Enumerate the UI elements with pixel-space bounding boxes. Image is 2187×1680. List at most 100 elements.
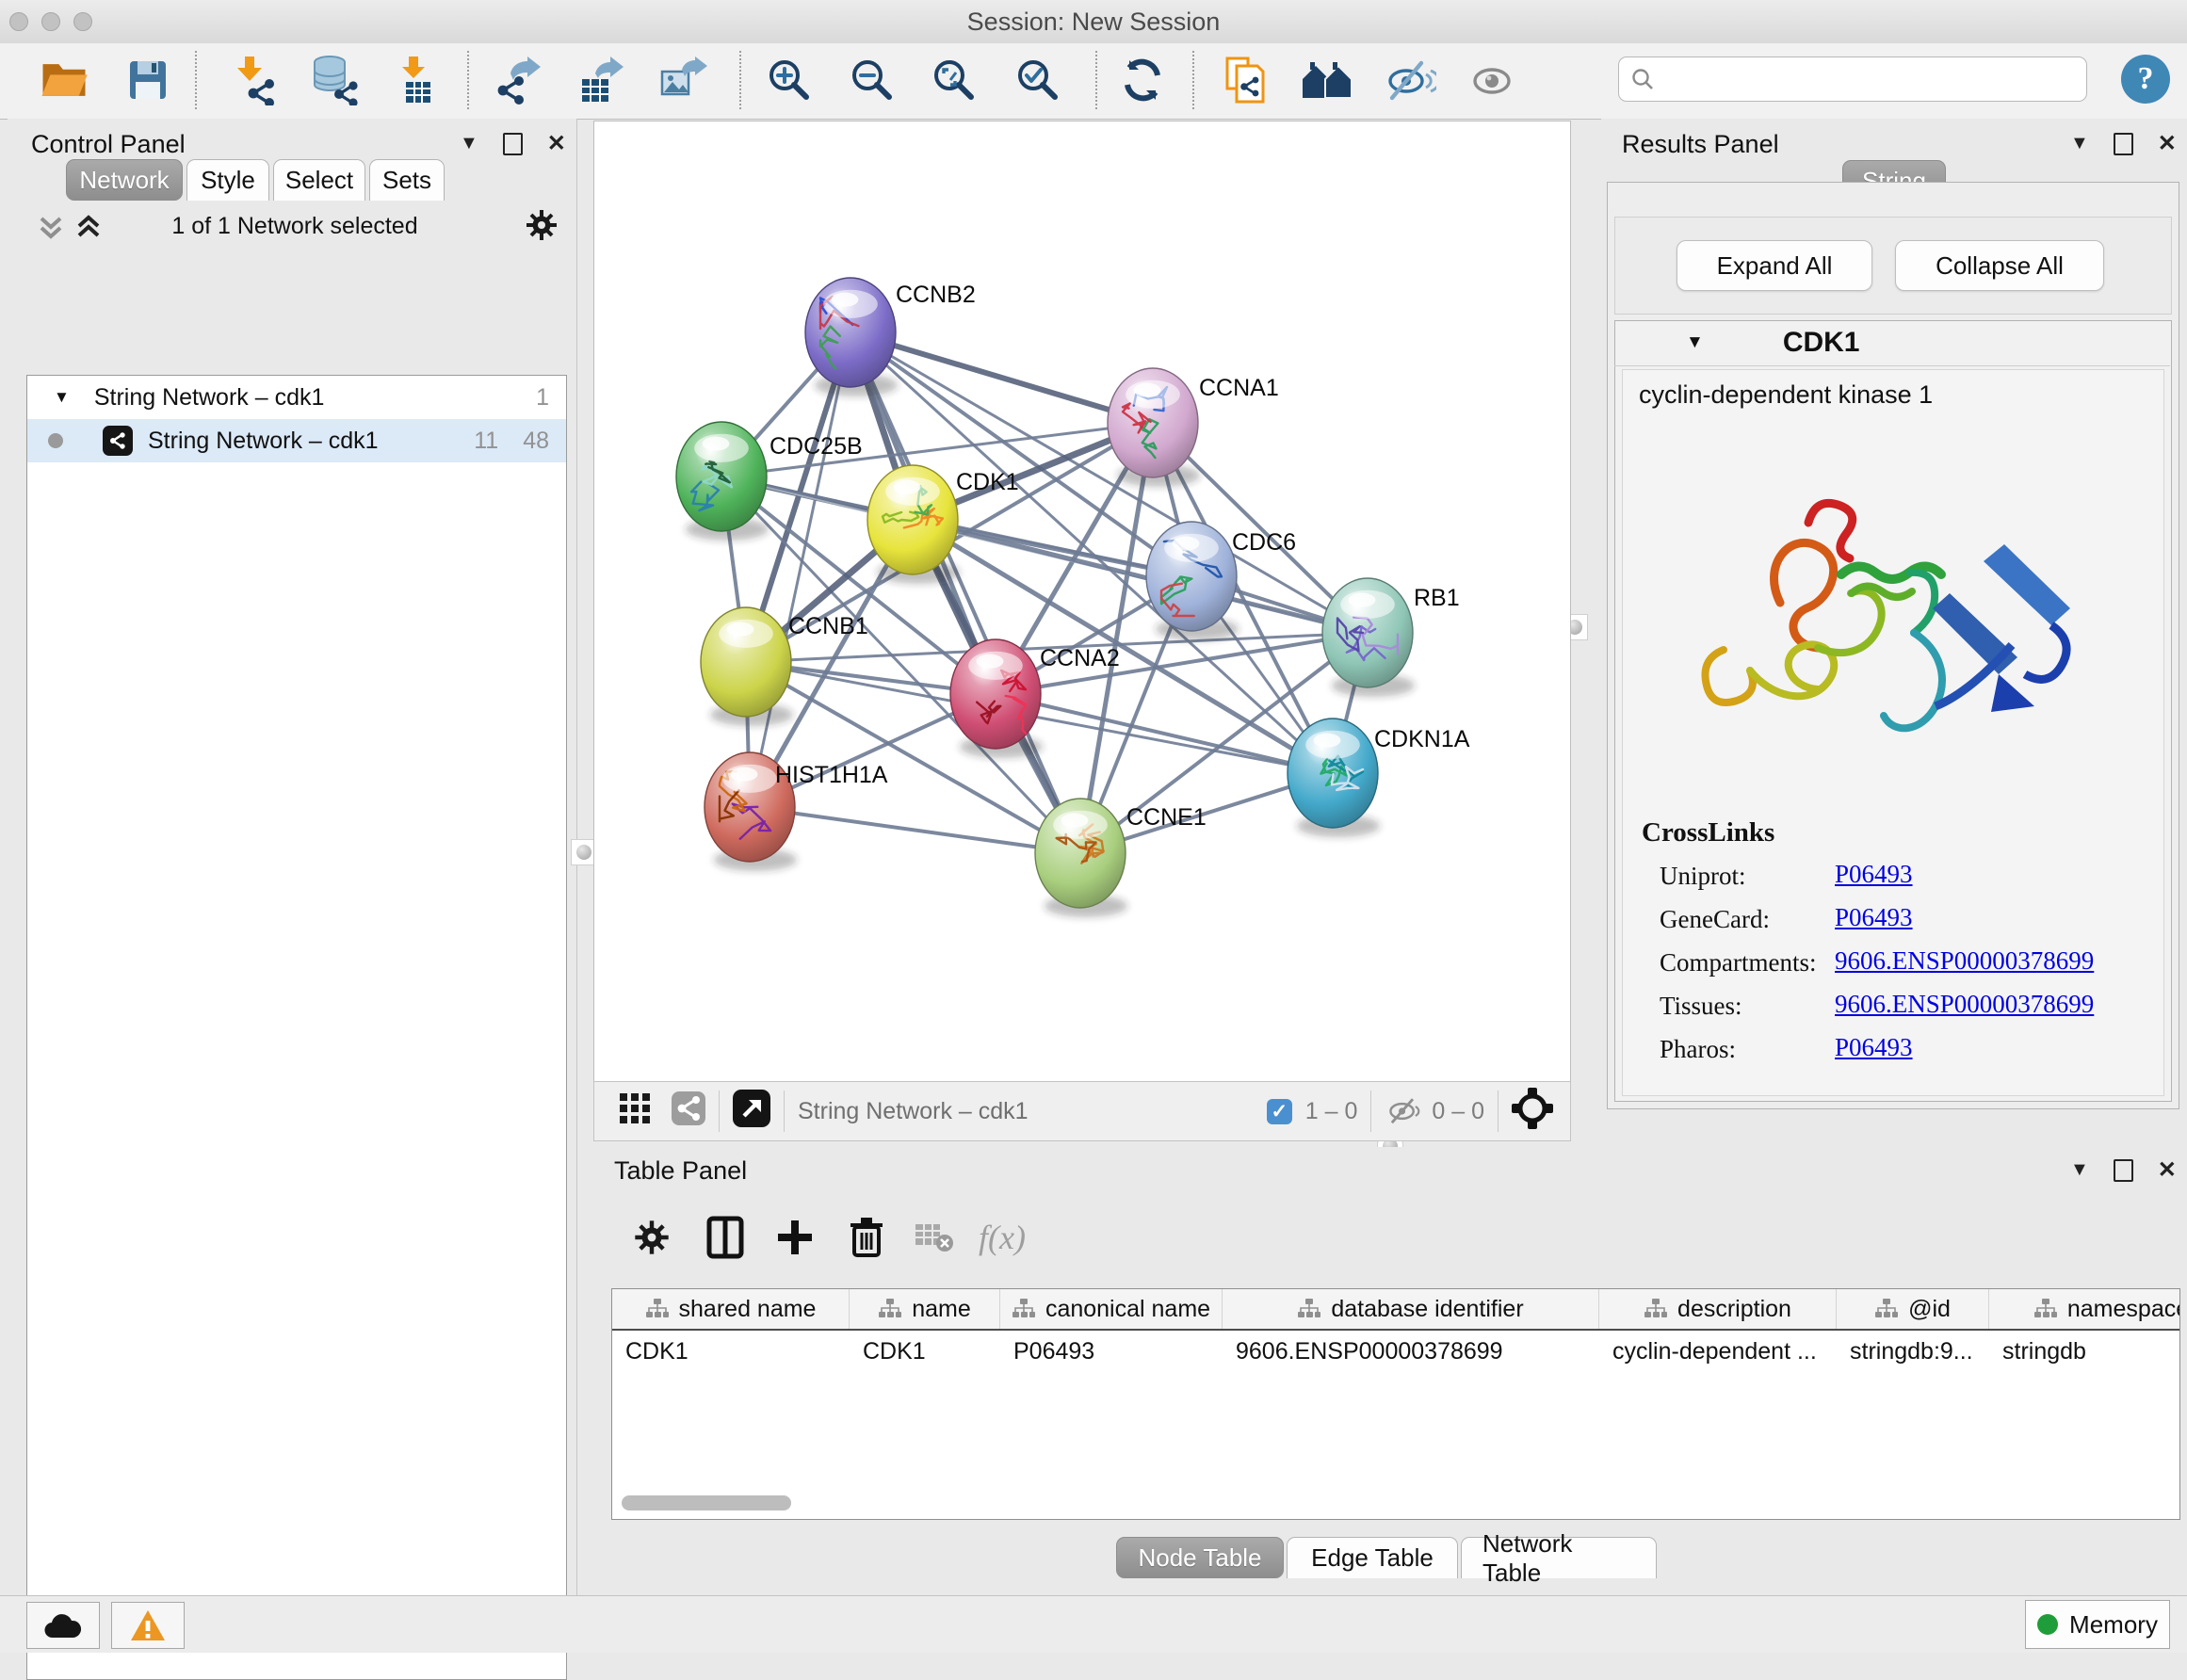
protein-section-header[interactable]: ▼ CDK1 (1614, 320, 2170, 366)
zoom-fit-button[interactable] (926, 51, 982, 109)
table-cell[interactable]: CDK1 (850, 1338, 1000, 1365)
results-panel-close-button[interactable]: ✕ (2158, 130, 2177, 157)
tab-sets[interactable]: Sets (369, 159, 445, 201)
collapse-all-networks-button[interactable] (36, 211, 66, 248)
network-row[interactable]: String Network – cdk1 11 48 (27, 419, 566, 462)
import-table-button[interactable] (390, 51, 446, 109)
protein-description: cyclin-dependent kinase 1 (1639, 380, 1933, 410)
zoom-out-button[interactable] (844, 51, 900, 109)
table-settings-button[interactable] (622, 1207, 682, 1268)
network-node-CDKN1A[interactable] (1288, 719, 1380, 837)
warnings-button[interactable] (111, 1602, 185, 1649)
network-node-CCNA2[interactable] (950, 639, 1043, 758)
genecard-link[interactable]: P06493 (1835, 903, 1913, 932)
tab-select[interactable]: Select (273, 159, 365, 201)
tab-network[interactable]: Network (66, 159, 183, 201)
expand-all-button[interactable]: Expand All (1677, 240, 1872, 291)
column-header-namespace[interactable]: namespace (1989, 1289, 2180, 1329)
table-cell[interactable]: cyclin-dependent ... (1599, 1338, 1837, 1365)
network-node-CCNA1[interactable] (1108, 368, 1200, 487)
compartments-link[interactable]: 9606.ENSP00000378699 (1835, 946, 2094, 976)
column-header-description[interactable]: description (1599, 1289, 1837, 1329)
tab-network-table[interactable]: Network Table (1461, 1537, 1657, 1578)
network-node-RB1[interactable] (1322, 578, 1415, 697)
help-button[interactable]: ? (2121, 55, 2170, 104)
open-browser-button[interactable] (1300, 51, 1356, 109)
network-node-CDC25B[interactable] (676, 422, 769, 541)
table-panel-menu-button[interactable]: ▼ (2070, 1159, 2089, 1181)
collection-expander-icon[interactable]: ▼ (54, 388, 70, 407)
column-header-database-identifier[interactable]: database identifier (1223, 1289, 1599, 1329)
control-panel-float-button[interactable] (503, 133, 523, 155)
section-expander-icon[interactable]: ▼ (1686, 332, 1704, 353)
expand-all-networks-button[interactable] (73, 211, 104, 248)
function-builder-button[interactable]: f(x) (972, 1207, 1032, 1268)
tissues-link[interactable]: 9606.ENSP00000378699 (1835, 990, 2094, 1019)
network-node-CDK1[interactable] (867, 465, 960, 584)
clone-network-button[interactable] (1217, 51, 1273, 109)
memory-button[interactable]: Memory (2025, 1600, 2170, 1649)
results-panel-float-button[interactable] (2114, 133, 2133, 155)
hide-graphics-details-button[interactable] (1382, 51, 1438, 109)
export-network-button[interactable] (489, 51, 545, 109)
column-header-canonical-name[interactable]: canonical name (1000, 1289, 1223, 1329)
main-toolbar: ? (0, 43, 2187, 120)
uniprot-link[interactable]: P06493 (1835, 860, 1913, 889)
table-cell[interactable]: 9606.ENSP00000378699 (1223, 1338, 1599, 1365)
zoom-selected-button[interactable] (1010, 51, 1066, 109)
control-panel-close-button[interactable]: ✕ (547, 130, 566, 157)
tab-style[interactable]: Style (186, 159, 269, 201)
column-header-name[interactable]: name (850, 1289, 1000, 1329)
table-cell[interactable]: CDK1 (612, 1338, 850, 1365)
import-network-button[interactable] (226, 51, 283, 109)
delete-table-button[interactable] (904, 1207, 964, 1268)
show-columns-button[interactable] (695, 1207, 755, 1268)
table-panel-close-button[interactable]: ✕ (2158, 1156, 2177, 1184)
string-view-button[interactable] (672, 1091, 705, 1132)
control-panel-menu-button[interactable]: ▼ (460, 133, 478, 154)
tab-edge-table[interactable]: Edge Table (1287, 1537, 1458, 1578)
column-header-shared-name[interactable]: shared name (612, 1289, 850, 1329)
results-panel-menu-button[interactable]: ▼ (2070, 133, 2089, 154)
pharos-link[interactable]: P06493 (1835, 1033, 1913, 1062)
node-table[interactable]: shared namenamecanonical namedatabase id… (611, 1288, 2180, 1520)
string-network-icon (103, 426, 133, 456)
delete-column-button[interactable] (836, 1207, 897, 1268)
columns-icon (706, 1216, 744, 1259)
add-column-button[interactable] (765, 1207, 825, 1268)
search-input[interactable] (1655, 65, 2054, 93)
network-graph[interactable]: CCNB2CCNA1CDC25BCDK1CDC6RB1CCNB1CCNA2CDK… (594, 121, 1570, 1080)
cloud-status-button[interactable] (26, 1602, 100, 1649)
table-panel-float-button[interactable] (2114, 1159, 2133, 1182)
network-options-gear-button[interactable] (524, 207, 559, 248)
network-canvas[interactable]: CCNB2CCNA1CDC25BCDK1CDC6RB1CCNB1CCNA2CDK… (593, 121, 1571, 1081)
network-node-CCNB1[interactable] (701, 607, 793, 726)
show-level-of-detail-button[interactable] (1466, 51, 1522, 109)
network-collection-row[interactable]: ▼ String Network – cdk1 1 (27, 376, 566, 419)
grid-view-button[interactable] (619, 1092, 651, 1131)
table-cell[interactable]: stringdb:9... (1837, 1338, 1989, 1365)
collapse-all-button[interactable]: Collapse All (1895, 240, 2104, 291)
import-network-from-database-button[interactable] (305, 51, 362, 109)
save-session-button[interactable] (120, 51, 176, 109)
network-node-CCNB2[interactable] (805, 278, 898, 396)
network-node-CCNE1[interactable] (1035, 799, 1127, 917)
open-session-button[interactable] (36, 51, 92, 109)
toolbar-separator (739, 51, 741, 109)
network-status-dot (48, 433, 63, 448)
refresh-view-button[interactable] (1114, 51, 1171, 109)
selected-nodes-checkbox[interactable]: ✓ (1267, 1099, 1292, 1124)
table-cell[interactable]: P06493 (1000, 1338, 1223, 1365)
zoom-in-button[interactable] (761, 51, 818, 109)
table-horizontal-scrollbar[interactable] (622, 1495, 791, 1510)
network-node-CDC6[interactable] (1146, 522, 1239, 640)
table-cell[interactable]: stringdb (1989, 1338, 2180, 1365)
column-header--id[interactable]: @id (1837, 1289, 1989, 1329)
export-table-button[interactable] (572, 51, 628, 109)
open-in-new-window-button[interactable] (733, 1090, 770, 1134)
refresh-icon (1117, 55, 1168, 105)
birds-eye-view-button[interactable] (1512, 1088, 1553, 1136)
export-image-button[interactable] (654, 51, 710, 109)
tab-node-table[interactable]: Node Table (1116, 1537, 1284, 1578)
table-row[interactable]: CDK1CDK1P064939606.ENSP00000378699cyclin… (612, 1331, 2179, 1372)
